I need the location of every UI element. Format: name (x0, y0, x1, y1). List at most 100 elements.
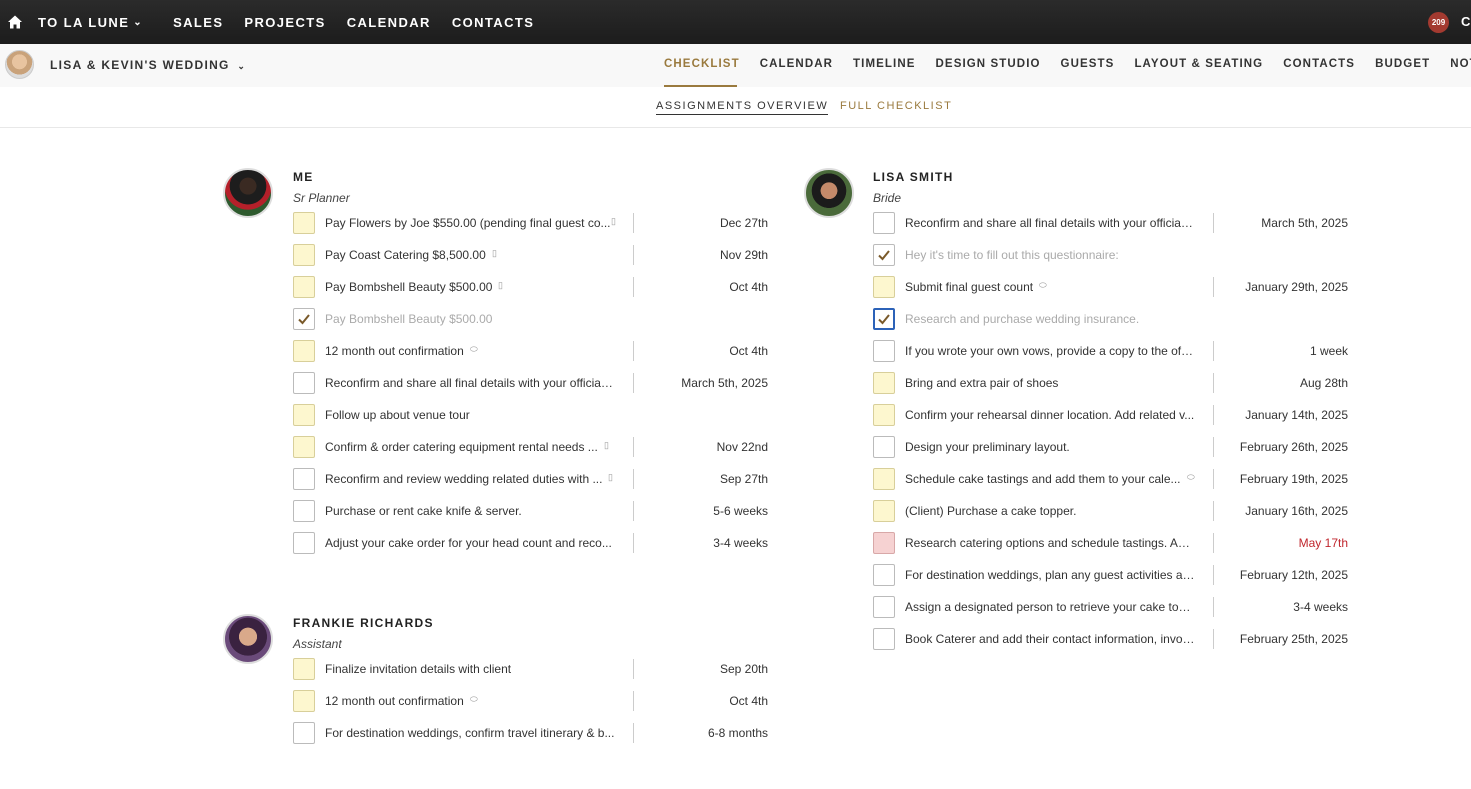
task-checkbox[interactable] (873, 404, 895, 426)
tab-calendar[interactable]: CALENDAR (760, 58, 833, 70)
task-name[interactable]: Pay Bombshell Beauty $500.00 (325, 312, 492, 326)
task-row[interactable]: Submit final guest count ⬭ January 29th, 2… (873, 275, 1348, 299)
task-checkbox[interactable] (873, 436, 895, 458)
task-checkbox[interactable] (293, 690, 315, 712)
task-checkbox[interactable] (293, 436, 315, 458)
task-checkbox[interactable] (873, 340, 895, 362)
event-switcher[interactable]: LISA & KEVIN'S WEDDING ⌄ (50, 58, 246, 72)
task-checkbox[interactable] (873, 308, 895, 330)
task-checkbox[interactable] (293, 308, 315, 330)
nav-calendar[interactable]: CALENDAR (347, 15, 431, 30)
task-row[interactable]: Pay Bombshell Beauty $500.00 ▯ Oct 4th (293, 275, 768, 299)
task-row[interactable]: Design your preliminary layout. February … (873, 435, 1348, 459)
task-row[interactable]: Confirm & order catering equipment renta… (293, 435, 768, 459)
task-row[interactable]: Assign a designated person to retrieve y… (873, 595, 1348, 619)
tab-timeline[interactable]: TIMELINE (853, 58, 915, 70)
tab-notes[interactable]: NOTI (1450, 58, 1471, 70)
task-name[interactable]: Reconfirm and share all final details wi… (325, 376, 615, 390)
task-row[interactable]: (Client) Purchase a cake topper. January … (873, 499, 1348, 523)
task-checkbox[interactable] (293, 500, 315, 522)
task-name[interactable]: Adjust your cake order for your head cou… (325, 536, 612, 550)
task-row[interactable]: Pay Flowers by Joe $550.00 (pending fina… (293, 211, 768, 235)
task-checkbox[interactable] (293, 372, 315, 394)
task-checkbox[interactable] (873, 628, 895, 650)
subtab-full-checklist[interactable]: FULL CHECKLIST (840, 100, 952, 112)
task-name[interactable]: Confirm & order catering equipment renta… (325, 440, 598, 454)
task-row[interactable]: 12 month out confirmation ⬭ Oct 4th (293, 339, 768, 363)
nav-contacts[interactable]: CONTACTS (452, 15, 534, 30)
task-row[interactable]: Schedule cake tastings and add them to y… (873, 467, 1348, 491)
task-row[interactable]: 12 month out confirmation ⬭ Oct 4th (293, 689, 768, 713)
task-checkbox[interactable] (293, 658, 315, 680)
tab-guests[interactable]: GUESTS (1061, 58, 1115, 70)
task-checkbox[interactable] (873, 596, 895, 618)
task-row[interactable]: Finalize invitation details with client S… (293, 657, 768, 681)
task-checkbox[interactable] (293, 722, 315, 744)
task-name[interactable]: Assign a designated person to retrieve y… (905, 600, 1195, 614)
task-row[interactable]: Purchase or rent cake knife & server. 5-6… (293, 499, 768, 523)
task-row[interactable]: Reconfirm and share all final details wi… (293, 371, 768, 395)
task-row[interactable]: Reconfirm and review wedding related dut… (293, 467, 768, 491)
task-row[interactable]: For destination weddings, confirm travel… (293, 721, 768, 745)
task-checkbox[interactable] (293, 212, 315, 234)
tab-design-studio[interactable]: DESIGN STUDIO (936, 58, 1041, 70)
task-row[interactable]: Pay Bombshell Beauty $500.00 (293, 307, 768, 331)
task-name[interactable]: Confirm your rehearsal dinner location. … (905, 408, 1194, 422)
task-checkbox[interactable] (873, 244, 895, 266)
task-name[interactable]: Pay Flowers by Joe $550.00 (pending fina… (325, 216, 611, 230)
task-checkbox[interactable] (873, 276, 895, 298)
subtab-assignments-overview[interactable]: ASSIGNMENTS OVERVIEW (656, 100, 829, 115)
task-name[interactable]: Research catering options and schedule t… (905, 536, 1195, 550)
task-checkbox[interactable] (873, 468, 895, 490)
task-name[interactable]: Pay Bombshell Beauty $500.00 (325, 280, 492, 294)
task-checkbox[interactable] (293, 244, 315, 266)
task-name[interactable]: Reconfirm and share all final details wi… (905, 216, 1195, 230)
task-checkbox[interactable] (293, 468, 315, 490)
task-name[interactable]: For destination weddings, confirm travel… (325, 726, 614, 740)
nav-cut-label[interactable]: C (1461, 14, 1470, 29)
nav-sales[interactable]: SALES (173, 15, 223, 30)
nav-projects[interactable]: PROJECTS (244, 15, 325, 30)
task-name[interactable]: Bring and extra pair of shoes (905, 376, 1058, 390)
task-row[interactable]: If you wrote your own vows, provide a co… (873, 339, 1348, 363)
home-icon[interactable] (0, 0, 30, 44)
task-row[interactable]: For destination weddings, plan any guest… (873, 563, 1348, 587)
task-name[interactable]: (Client) Purchase a cake topper. (905, 504, 1076, 518)
task-row[interactable]: Pay Coast Catering $8,500.00 ▯ Nov 29th (293, 243, 768, 267)
task-row[interactable]: Research catering options and schedule t… (873, 531, 1348, 555)
task-row[interactable]: Confirm your rehearsal dinner location. … (873, 403, 1348, 427)
task-name[interactable]: Purchase or rent cake knife & server. (325, 504, 522, 518)
task-checkbox[interactable] (873, 212, 895, 234)
task-name[interactable]: If you wrote your own vows, provide a co… (905, 344, 1195, 358)
task-checkbox[interactable] (873, 500, 895, 522)
task-checkbox[interactable] (293, 404, 315, 426)
task-name[interactable]: Design your preliminary layout. (905, 440, 1070, 454)
tab-checklist[interactable]: CHECKLIST (664, 58, 740, 70)
notification-badge[interactable]: 209 (1428, 12, 1449, 33)
task-checkbox[interactable] (293, 340, 315, 362)
task-name[interactable]: 12 month out confirmation (325, 694, 464, 708)
task-row[interactable]: Reconfirm and share all final details wi… (873, 211, 1348, 235)
task-name[interactable]: Submit final guest count (905, 280, 1033, 294)
task-name[interactable]: Hey it's time to fill out this questionn… (905, 248, 1119, 262)
task-row[interactable]: Book Caterer and add their contact infor… (873, 627, 1348, 651)
tab-contacts[interactable]: CONTACTS (1283, 58, 1355, 70)
task-name[interactable]: Book Caterer and add their contact infor… (905, 632, 1195, 646)
task-name[interactable]: Reconfirm and review wedding related dut… (325, 472, 602, 486)
tab-layout-seating[interactable]: LAYOUT & SEATING (1134, 58, 1263, 70)
company-switcher[interactable]: TO LA LUNE ⌄ (38, 15, 143, 30)
task-checkbox[interactable] (293, 276, 315, 298)
task-name[interactable]: Research and purchase wedding insurance. (905, 312, 1139, 326)
task-name[interactable]: Follow up about venue tour (325, 408, 470, 422)
task-checkbox[interactable] (293, 532, 315, 554)
task-name[interactable]: Pay Coast Catering $8,500.00 (325, 248, 486, 262)
task-checkbox[interactable] (873, 532, 895, 554)
task-row[interactable]: Bring and extra pair of shoes Aug 28th (873, 371, 1348, 395)
task-row[interactable]: Research and purchase wedding insurance. (873, 307, 1348, 331)
task-checkbox[interactable] (873, 564, 895, 586)
task-name[interactable]: 12 month out confirmation (325, 344, 464, 358)
tab-budget[interactable]: BUDGET (1375, 58, 1430, 70)
task-row[interactable]: Hey it's time to fill out this questionn… (873, 243, 1348, 267)
task-checkbox[interactable] (873, 372, 895, 394)
task-row[interactable]: Follow up about venue tour (293, 403, 768, 427)
